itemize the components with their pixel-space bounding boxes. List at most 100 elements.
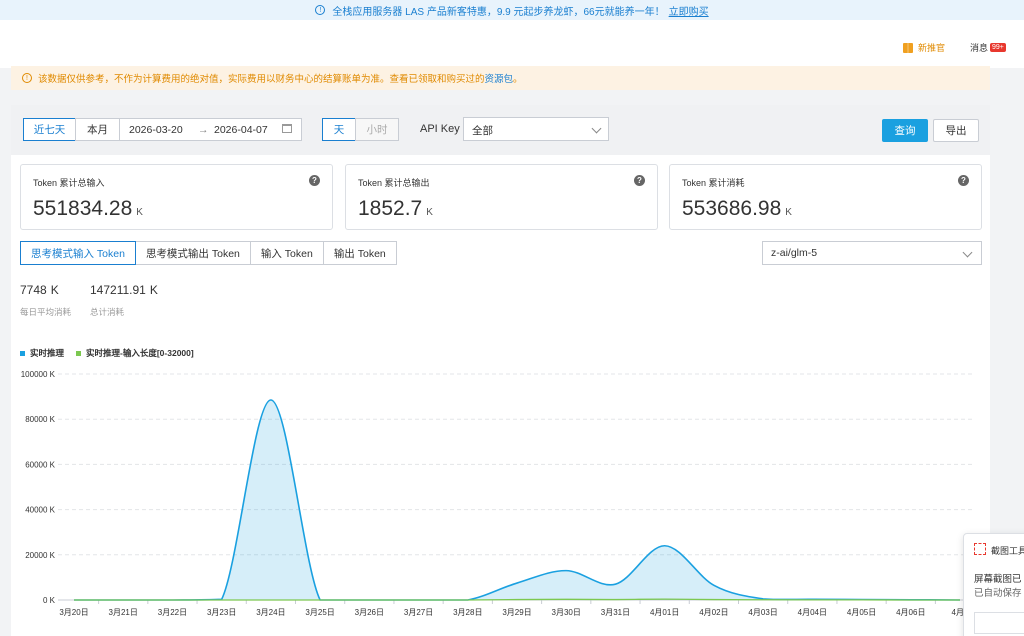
- model-select[interactable]: z-ai/glm-5: [762, 241, 982, 265]
- range-arrow: →: [198, 124, 209, 136]
- x-tick-label: 3月31日: [601, 608, 630, 617]
- new-recommend-link[interactable]: 新推官: [903, 41, 945, 54]
- card-label: Token 累计消耗: [682, 178, 745, 188]
- export-button[interactable]: 导出: [933, 119, 979, 142]
- new-recommend-label: 新推官: [918, 43, 946, 53]
- screenshot-toast[interactable]: 截图工具 屏幕截图已 已自动保存: [963, 533, 1024, 636]
- legend-swatch: [20, 350, 25, 356]
- toast-sub-message: 已自动保存: [974, 588, 1022, 599]
- messages-badge: 99+: [990, 43, 1006, 52]
- total-consumption-label: 总计消耗: [90, 307, 125, 317]
- warning-icon: !: [22, 73, 32, 83]
- card-value-unit: K: [426, 207, 433, 218]
- x-tick-label: 4月06日: [896, 608, 925, 617]
- x-tick-label: 4月03日: [748, 608, 777, 617]
- chevron-down-icon: [962, 247, 973, 258]
- toast-title: 截图工具: [991, 546, 1024, 556]
- billing-notice: ! 该数据仅供参考，不作为计算费用的绝对值，实际费用以财务中心的结算账单为准。查…: [11, 66, 990, 90]
- granularity-hour-button[interactable]: 小时: [355, 118, 399, 141]
- info-icon: !: [315, 5, 326, 15]
- card-value-number: 553686.98: [682, 197, 782, 220]
- x-tick-label: 3月24日: [256, 608, 285, 617]
- notice-text: 该数据仅供参考，不作为计算费用的绝对值，实际费用以财务中心的结算账单为准。查看已…: [38, 74, 485, 85]
- tab-thinking-input[interactable]: 思考模式输入 Token: [20, 241, 136, 265]
- x-tick-label: 4月01日: [650, 608, 679, 617]
- api-key-select[interactable]: 全部: [463, 117, 609, 141]
- model-select-value: z-ai/glm-5: [771, 247, 818, 259]
- granularity-day-button[interactable]: 天: [322, 118, 356, 141]
- legend-label: 实时推理: [30, 348, 65, 358]
- resource-pack-link[interactable]: 资源包: [485, 71, 514, 85]
- x-tick-label: 3月25日: [305, 608, 334, 617]
- legend-item-realtime[interactable]: 实时推理: [20, 347, 64, 359]
- card-value-number: 551834.28: [33, 197, 133, 220]
- notice-suffix: 。: [513, 74, 523, 85]
- toast-preview: [974, 612, 1024, 634]
- start-date: 2026-03-20: [129, 124, 183, 136]
- card-value: 553686.98 K: [682, 197, 792, 221]
- legend-label: 实时推理-输入长度[0-32000]: [86, 348, 194, 358]
- card-value: 551834.28 K: [33, 197, 143, 221]
- card-value-unit: K: [785, 207, 792, 218]
- legend-item-realtime-input-length[interactable]: 实时推理-输入长度[0-32000]: [76, 347, 194, 359]
- y-tick-label: 100000 K: [21, 370, 56, 379]
- api-key-value: 全部: [472, 125, 493, 137]
- x-tick-label: 3月26日: [355, 608, 384, 617]
- total-consumption-value: 147211.91 K: [90, 283, 158, 297]
- x-tick-label: 3月22日: [158, 608, 187, 617]
- messages-link[interactable]: 消息 99+: [970, 41, 1006, 54]
- y-tick-label: 20000 K: [25, 551, 55, 560]
- gift-icon: [903, 42, 913, 53]
- banner-buy-link[interactable]: 立即购买: [669, 3, 709, 18]
- card-value-number: 1852.7: [358, 197, 423, 220]
- x-tick-label: 4月05日: [847, 608, 876, 617]
- promo-banner: ! 全栈应用服务器 LAS 产品新客特惠，9.9 元起步养龙虾，66元就能养一年…: [0, 0, 1024, 20]
- token-type-tabs: 思考模式输入 Token 思考模式输出 Token 输入 Token 输出 To…: [20, 241, 397, 265]
- x-tick-label: 3月29日: [502, 608, 531, 617]
- tab-output[interactable]: 输出 Token: [322, 241, 397, 265]
- daily-average-value: 7748 K: [20, 283, 59, 297]
- calendar-icon: [282, 124, 292, 133]
- x-tick-label: 3月20日: [59, 608, 88, 617]
- series-area-0: [74, 399, 960, 600]
- toast-message: 屏幕截图已: [974, 574, 1022, 585]
- x-tick-label: 4月02日: [699, 608, 728, 617]
- tab-input[interactable]: 输入 Token: [249, 241, 324, 265]
- card-value-unit: K: [136, 207, 143, 218]
- card-value: 1852.7 K: [358, 197, 433, 221]
- help-icon[interactable]: ?: [634, 175, 645, 186]
- total-consumption-card: Token 累计消耗 ? 553686.98 K: [669, 164, 982, 230]
- total-consumption-number: 147211.91: [90, 283, 146, 297]
- x-tick-label: 3月30日: [552, 608, 581, 617]
- series-line-0[interactable]: [74, 399, 961, 601]
- chart-legend: 实时推理 实时推理-输入长度[0-32000]: [20, 347, 194, 359]
- this-month-button[interactable]: 本月: [75, 118, 120, 141]
- x-tick-label: 4月04日: [798, 608, 827, 617]
- total-output-card: Token 累计总输出 ? 1852.7 K: [345, 164, 658, 230]
- card-label: Token 累计总输出: [358, 178, 430, 188]
- api-key-label: API Key: [420, 123, 460, 135]
- daily-average-label: 每日平均消耗: [20, 307, 72, 317]
- top-nav: 新推官 消息 99+: [0, 20, 1024, 68]
- help-icon[interactable]: ?: [958, 175, 969, 186]
- help-icon[interactable]: ?: [309, 175, 320, 186]
- total-consumption-unit: K: [149, 283, 158, 297]
- snipping-tool-icon: [974, 543, 986, 555]
- tab-thinking-output[interactable]: 思考模式输出 Token: [134, 241, 251, 265]
- end-date: 2026-04-07: [214, 124, 268, 136]
- date-range-picker[interactable]: 2026-03-20 → 2026-04-07: [119, 118, 302, 141]
- x-tick-label: 3月21日: [109, 608, 138, 617]
- x-tick-label: 3月28日: [453, 608, 482, 617]
- y-tick-label: 0 K: [43, 596, 56, 605]
- legend-swatch: [76, 350, 82, 356]
- chevron-down-icon: [591, 123, 602, 134]
- y-tick-label: 40000 K: [25, 506, 55, 515]
- last-7-days-button[interactable]: 近七天: [23, 118, 76, 141]
- y-tick-label: 60000 K: [25, 460, 55, 469]
- daily-average-number: 7748: [20, 283, 47, 297]
- y-tick-label: 80000 K: [25, 415, 55, 424]
- x-tick-label: 3月23日: [207, 608, 236, 617]
- daily-average-unit: K: [50, 283, 59, 297]
- messages-label: 消息: [970, 43, 989, 53]
- query-button[interactable]: 查询: [882, 119, 928, 142]
